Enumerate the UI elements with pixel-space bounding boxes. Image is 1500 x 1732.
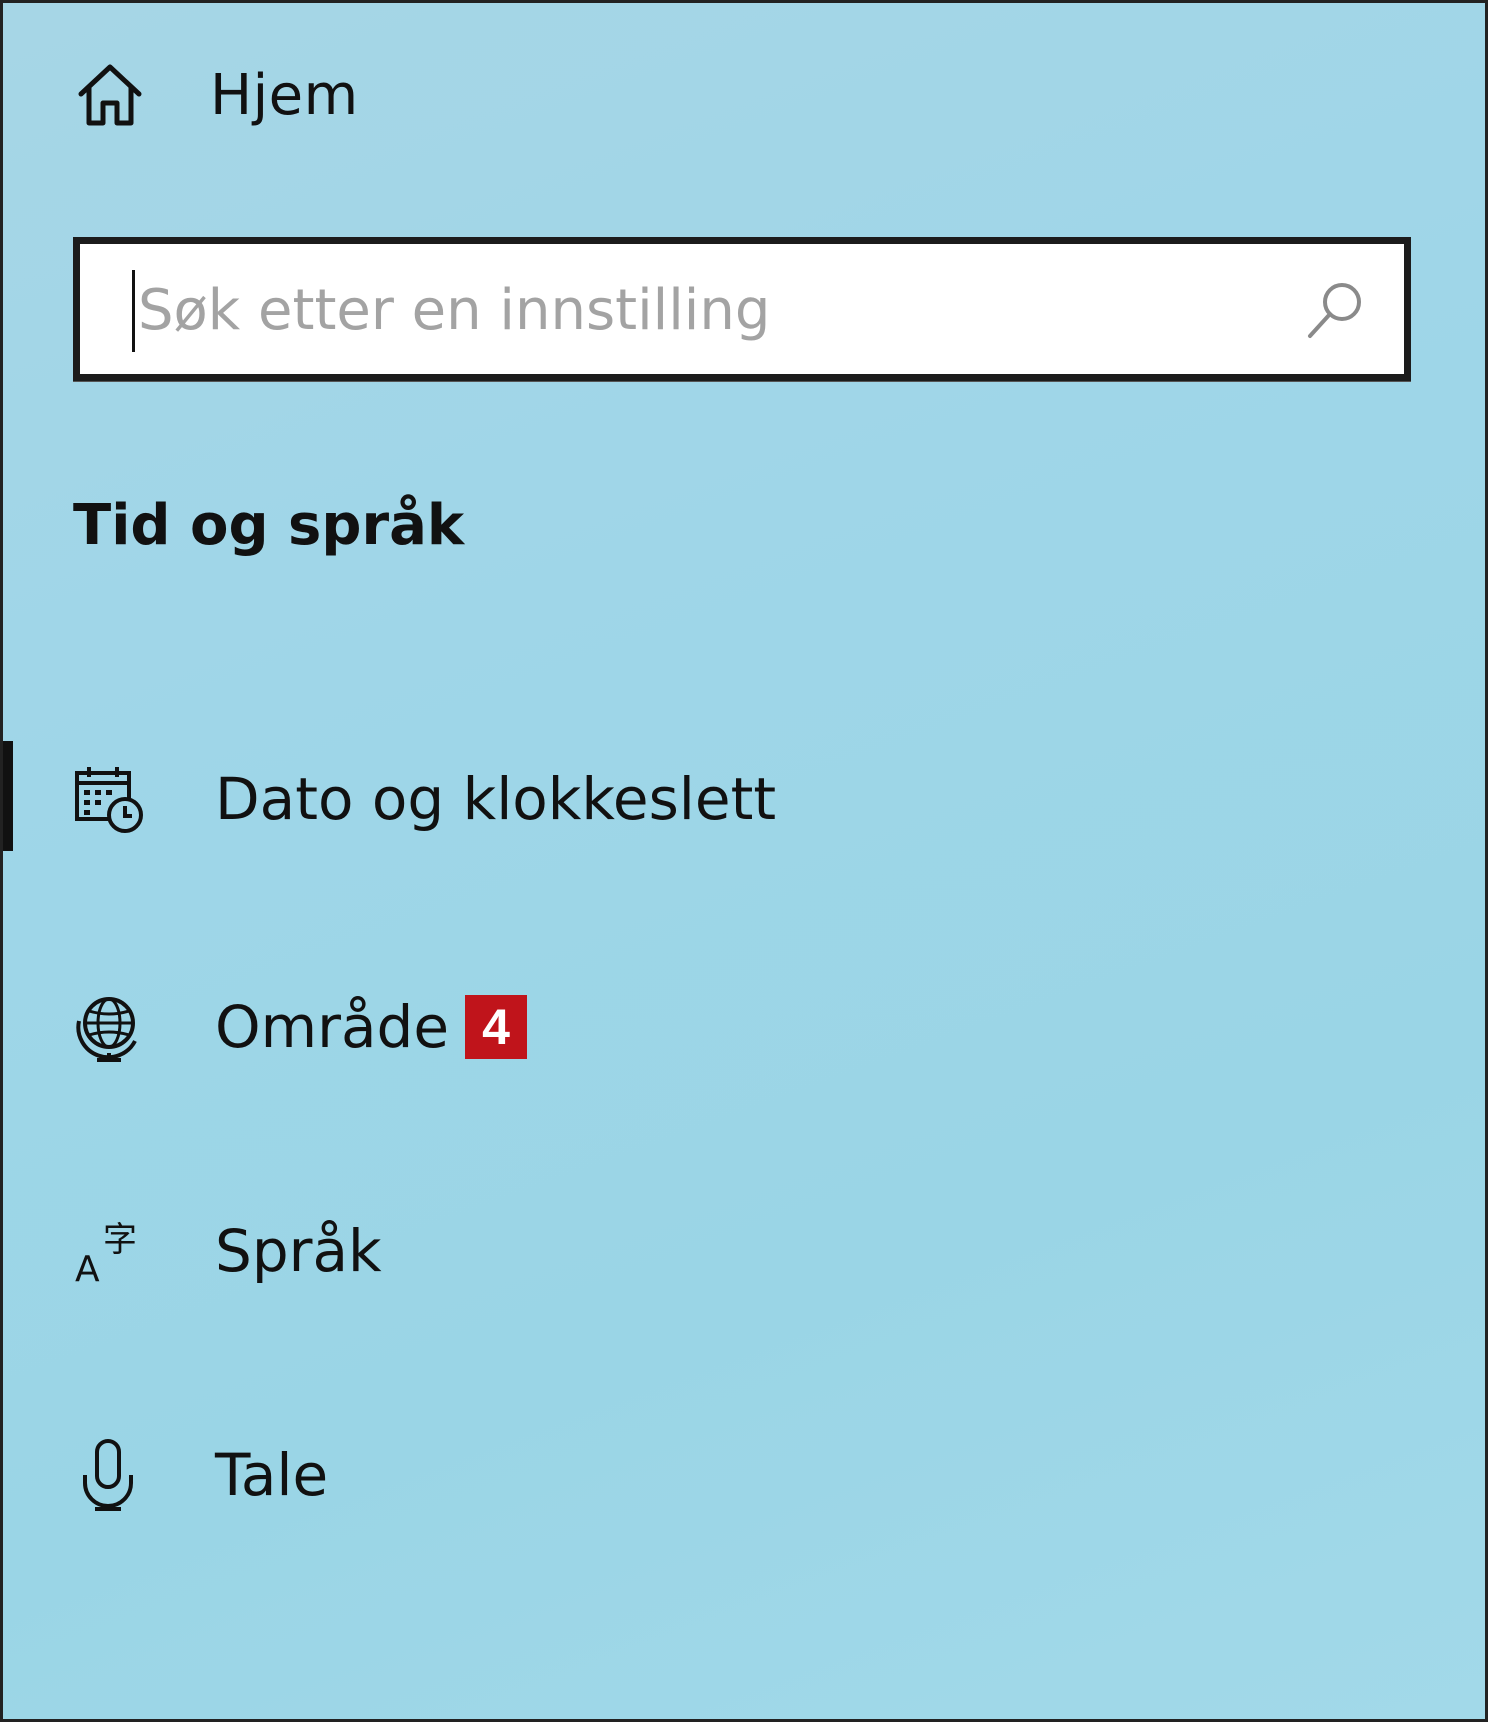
home-nav-item[interactable]: Hjem [75, 55, 359, 135]
globe-icon [73, 991, 145, 1063]
sidebar-item-region[interactable]: Område 4 [3, 967, 1473, 1087]
calendar-clock-icon [73, 763, 145, 835]
sidebar-item-label-wrap: Område 4 [215, 993, 528, 1061]
search-input[interactable] [138, 254, 1238, 366]
language-icon: A 字 [73, 1215, 145, 1287]
page-title: Tid og språk [73, 493, 465, 558]
sidebar-item-speech[interactable]: Tale [3, 1415, 1473, 1535]
sidebar-item-label: Dato og klokkeslett [215, 765, 777, 833]
search-box[interactable] [73, 237, 1411, 381]
annotation-badge: 4 [465, 995, 528, 1059]
home-icon [75, 60, 145, 130]
home-label: Hjem [210, 62, 359, 128]
microphone-icon [73, 1439, 145, 1511]
sidebar-item-label: Tale [215, 1441, 329, 1509]
text-cursor [132, 270, 135, 352]
sidebar-item-label: Språk [215, 1217, 382, 1285]
svg-text:字: 字 [103, 1220, 137, 1260]
search-icon[interactable] [1304, 278, 1368, 342]
sidebar-item-label: Område [215, 993, 450, 1061]
settings-sidebar: Hjem Tid og språk [0, 0, 1488, 1722]
sidebar-item-date-time[interactable]: Dato og klokkeslett [3, 739, 1473, 859]
svg-text:A: A [75, 1249, 100, 1287]
sidebar-item-language[interactable]: A 字 Språk [3, 1191, 1473, 1311]
